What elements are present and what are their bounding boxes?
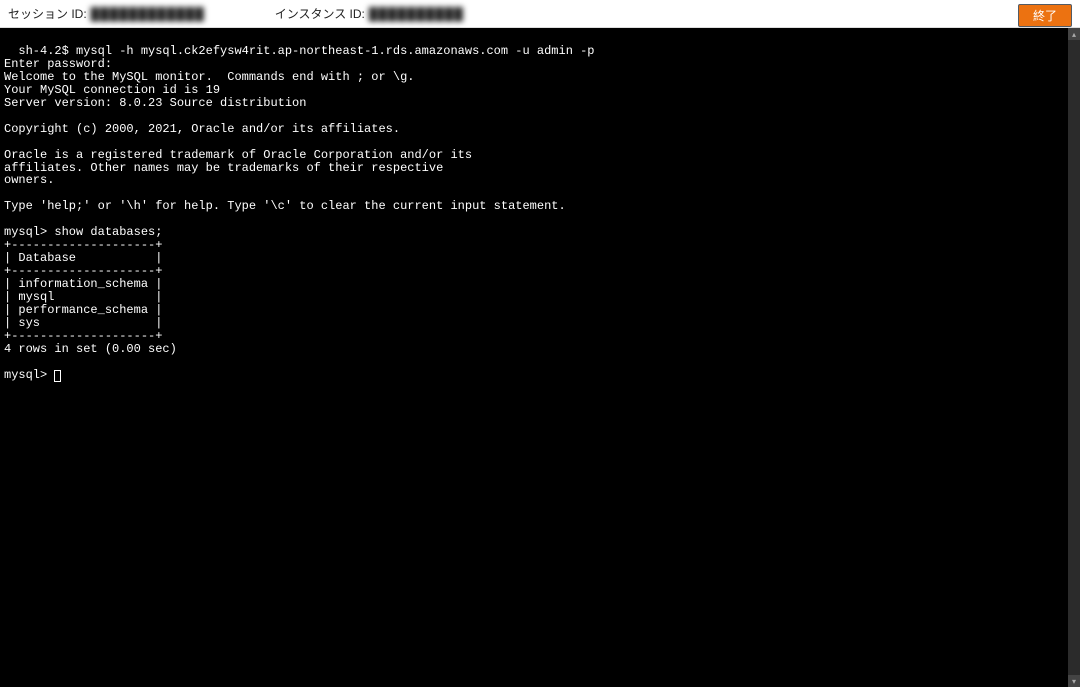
- exit-button[interactable]: 終了: [1018, 4, 1072, 27]
- session-id-group: セッション ID: ████████████: [8, 5, 205, 22]
- terminal-cursor: [54, 370, 61, 382]
- terminal-area[interactable]: sh-4.2$ mysql -h mysql.ck2efysw4rit.ap-n…: [0, 28, 1080, 687]
- session-id-value: ████████████: [91, 7, 205, 21]
- instance-id-group: インスタンス ID: ██████████: [275, 5, 464, 22]
- session-header: セッション ID: ████████████ インスタンス ID: ██████…: [0, 0, 1080, 28]
- scrollbar-down-arrow[interactable]: ▾: [1068, 675, 1080, 687]
- scrollbar-up-arrow[interactable]: ▴: [1068, 28, 1080, 40]
- instance-id-value: ██████████: [369, 7, 464, 21]
- session-id-label: セッション ID:: [8, 5, 87, 22]
- terminal-output: sh-4.2$ mysql -h mysql.ck2efysw4rit.ap-n…: [4, 44, 595, 382]
- instance-id-label: インスタンス ID:: [275, 5, 365, 22]
- scrollbar[interactable]: ▴ ▾: [1068, 28, 1080, 687]
